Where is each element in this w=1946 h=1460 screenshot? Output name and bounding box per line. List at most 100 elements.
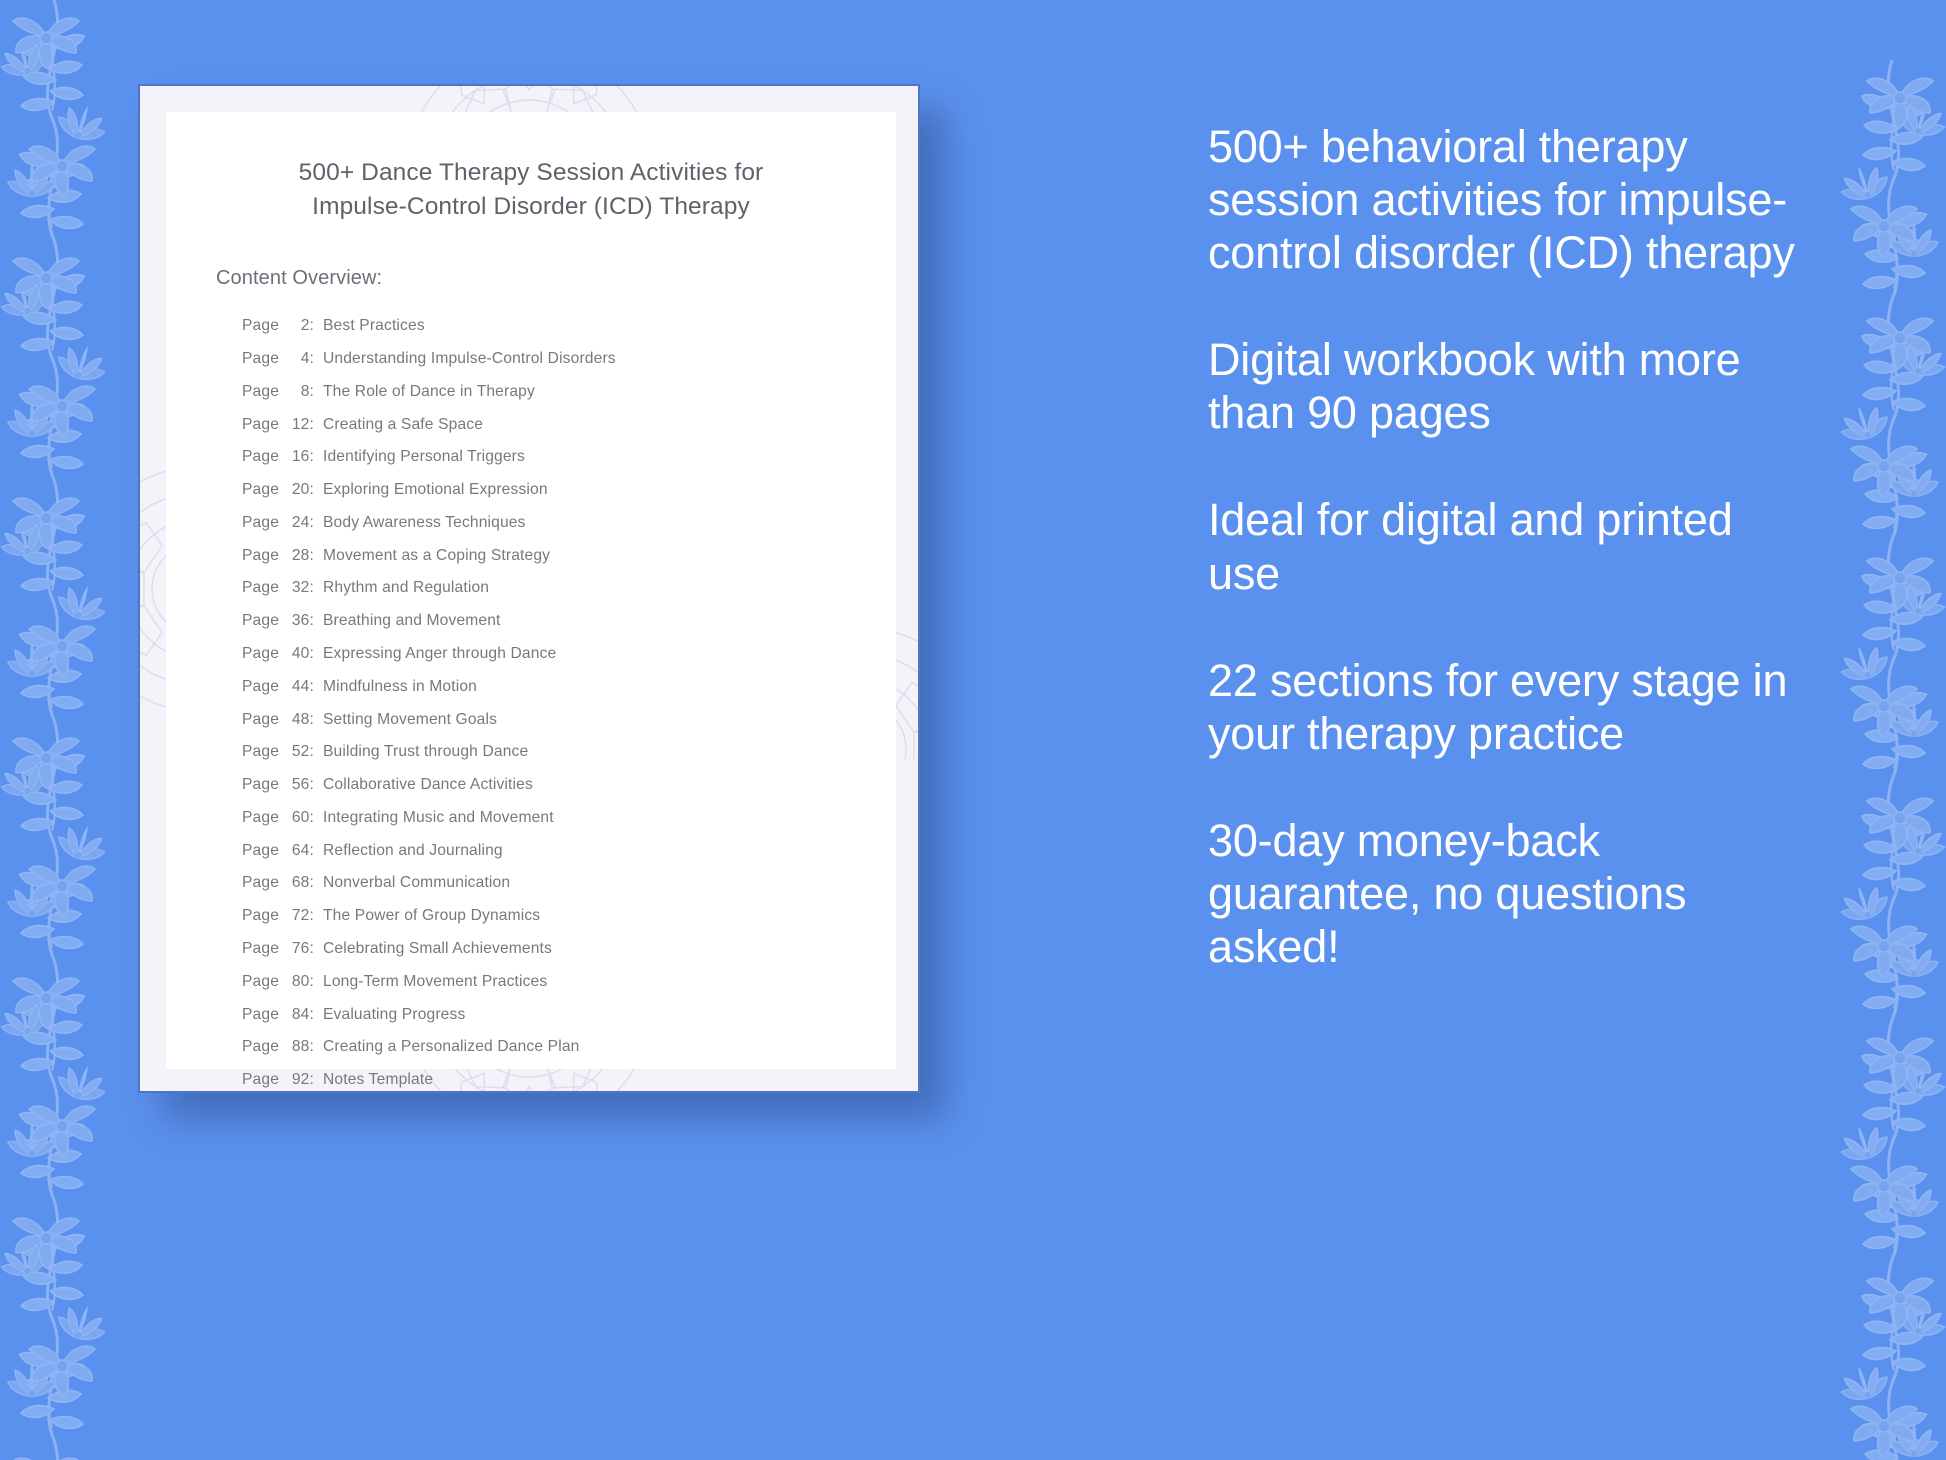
toc-entry-page-number: 48 <box>291 710 310 728</box>
toc-entry-separator: : <box>309 317 314 335</box>
toc-entry[interactable]: Page 52: Building Trust through Dance <box>242 736 846 769</box>
toc-entry-separator: : <box>309 907 314 925</box>
toc-entry[interactable]: Page 68: Nonverbal Communication <box>242 867 846 900</box>
toc-entry-page-number: 52 <box>291 743 310 761</box>
toc-entry-page-word: Page <box>242 940 280 958</box>
toc-entry-title: Nonverbal Communication <box>323 874 511 892</box>
toc-entry[interactable]: Page 84: Evaluating Progress <box>242 998 846 1031</box>
toc-entry-page-number: 24 <box>291 513 310 531</box>
toc-entry-page-word: Page <box>242 415 280 433</box>
toc-entry-separator: : <box>309 677 314 695</box>
toc-entry-page-word: Page <box>242 776 280 794</box>
toc-entry-title: The Power of Group Dynamics <box>323 907 541 925</box>
toc-entry-separator: : <box>309 841 314 859</box>
toc-entry[interactable]: Page 60: Integrating Music and Movement <box>242 801 846 834</box>
page-title-line-1: 500+ Dance Therapy Session Activities fo… <box>298 159 764 186</box>
toc-entry-separator: : <box>309 481 314 499</box>
toc-entry-page-number: 92 <box>291 1071 310 1089</box>
toc-entry-page-number: 2 <box>300 317 310 335</box>
toc-entry[interactable]: Page 72: The Power of Group Dynamics <box>242 900 846 933</box>
toc-entry[interactable]: Page 8: The Role of Dance in Therapy <box>242 375 846 408</box>
toc-entry-title: Body Awareness Techniques <box>323 513 526 531</box>
toc-entry[interactable]: Page 48: Setting Movement Goals <box>242 703 846 736</box>
toc-entry[interactable]: Page 88: Creating a Personalized Dance Pl… <box>242 1031 846 1064</box>
toc-entry-title: Rhythm and Regulation <box>323 579 490 597</box>
toc-entry-separator: : <box>309 1071 314 1089</box>
toc-entry-separator: : <box>309 349 314 367</box>
toc-entry-title: Understanding Impulse-Control Disorders <box>323 349 616 367</box>
toc-entry-separator: : <box>309 743 314 761</box>
toc-entry-separator: : <box>309 415 314 433</box>
toc-entry-page-number: 60 <box>291 808 310 826</box>
toc-entry-title: Best Practices <box>323 317 425 335</box>
toc-entry-page-number: 20 <box>291 481 310 499</box>
toc-entry-separator: : <box>309 940 314 958</box>
toc-entry-title: The Role of Dance in Therapy <box>323 382 535 400</box>
toc-entry-page-number: 16 <box>291 448 310 466</box>
marketing-bullet: Ideal for digital and printed use <box>1208 494 1733 599</box>
toc-entry-separator: : <box>309 1038 314 1056</box>
toc-entry-separator: : <box>309 382 314 400</box>
toc-entry[interactable]: Page 80: Long-Term Movement Practices <box>242 965 846 998</box>
toc-entry[interactable]: Page 12: Creating a Safe Space <box>242 408 846 441</box>
toc-entry-title: Collaborative Dance Activities <box>323 776 533 794</box>
toc-entry-separator: : <box>309 808 314 826</box>
toc-entry[interactable]: Page 56: Collaborative Dance Activities <box>242 769 846 802</box>
toc-entry-page-word: Page <box>242 841 280 859</box>
toc-entry-page-number: 32 <box>291 579 310 597</box>
toc-entry-page-word: Page <box>242 972 280 990</box>
toc-entry-title: Expressing Anger through Dance <box>323 645 557 662</box>
toc-entry-page-word: Page <box>242 513 280 531</box>
toc-entry-title: Identifying Personal Triggers <box>323 448 525 466</box>
toc-entry-page-word: Page <box>242 1005 280 1023</box>
toc-entry-title: Breathing and Movement <box>323 612 501 630</box>
toc-entry-page-number: 84 <box>291 1005 310 1023</box>
toc-entry-page-word: Page <box>242 546 280 564</box>
toc-entry-title: Creating a Personalized Dance Plan <box>323 1038 580 1056</box>
toc-entry-separator: : <box>309 1005 314 1023</box>
toc-entry-page-word: Page <box>242 382 280 400</box>
document-card[interactable]: 500+ Dance Therapy Session Activities fo… <box>138 84 920 1093</box>
content-overview-label: Content Overview: <box>216 266 383 289</box>
toc-entry-page-number: 28 <box>291 546 310 564</box>
toc-entry-page-word: Page <box>242 743 280 761</box>
toc-entry-page-word: Page <box>242 1038 280 1056</box>
toc-entry-page-number: 36 <box>291 612 310 630</box>
toc-entry[interactable]: Page 16: Identifying Personal Triggers <box>242 441 846 474</box>
toc-entry[interactable]: Page 36: Breathing and Movement <box>242 605 846 638</box>
toc-entry-page-word: Page <box>242 645 280 662</box>
marketing-bullet: 22 sections for every stage in your ther… <box>1208 654 1788 759</box>
toc-entry[interactable]: Page 28: Movement as a Coping Strategy <box>242 539 846 572</box>
toc-entry-page-word: Page <box>242 874 280 892</box>
toc-entry-separator: : <box>309 710 314 728</box>
toc-entry[interactable]: Page 64: Reflection and Journaling <box>242 834 846 867</box>
toc-entry-title: Long-Term Movement Practices <box>323 972 548 990</box>
toc-entry[interactable]: Page 92: Notes Template <box>242 1064 846 1091</box>
toc-entry-title: Reflection and Journaling <box>323 841 503 859</box>
toc-entry[interactable]: Page 40: Expressing Anger through Dance <box>242 637 846 670</box>
toc-entry-page-word: Page <box>242 1071 280 1089</box>
toc-entry[interactable]: Page 20: Exploring Emotional Expression <box>242 474 846 507</box>
toc-entry-page-word: Page <box>242 317 280 335</box>
toc-entry-title: Building Trust through Dance <box>323 743 529 761</box>
toc-entry-page-number: 88 <box>291 1038 310 1056</box>
toc-entry-separator: : <box>309 776 314 794</box>
toc-entry-page-word: Page <box>242 448 280 466</box>
toc-entry-title: Evaluating Progress <box>323 1005 466 1023</box>
toc-entry[interactable]: Page 76: Celebrating Small Achievements <box>242 932 846 965</box>
toc-entry-page-number: 68 <box>291 874 310 892</box>
toc-entry[interactable]: Page 44: Mindfulness in Motion <box>242 670 846 703</box>
toc-entry-page-number: 76 <box>291 940 310 958</box>
page-title: 500+ Dance Therapy Session Activities fo… <box>231 156 831 224</box>
toc-entry-page-number: 8 <box>300 382 310 400</box>
toc-entry-separator: : <box>309 448 314 466</box>
toc-entry[interactable]: Page 32: Rhythm and Regulation <box>242 572 846 605</box>
toc-entry-page-word: Page <box>242 481 280 499</box>
page-title-line-2: Impulse-Control Disorder (ICD) Therapy <box>312 192 750 220</box>
toc-entry-title: Setting Movement Goals <box>323 710 498 728</box>
toc-entry-page-word: Page <box>242 907 280 925</box>
toc-entry-page-word: Page <box>242 710 280 728</box>
toc-entry[interactable]: Page 24: Body Awareness Techniques <box>242 506 846 539</box>
toc-entry[interactable]: Page 2: Best Practices <box>242 310 846 343</box>
toc-entry[interactable]: Page 4: Understanding Impulse-Control Dis… <box>242 342 846 375</box>
